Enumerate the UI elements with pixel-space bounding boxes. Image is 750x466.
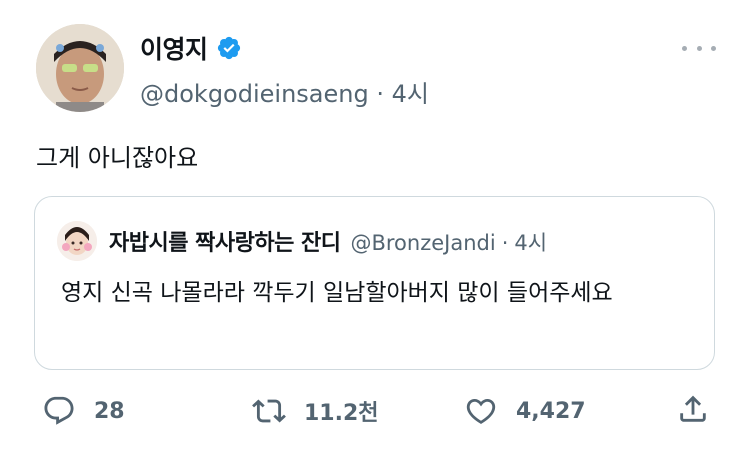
quoted-tweet[interactable]: 자밥시를 짝사랑하는 잔디 @BronzeJandi · 4시 영지 신곡 나몰… bbox=[34, 196, 715, 370]
tweet-time[interactable]: 4시 bbox=[392, 80, 429, 108]
quoted-author-avatar[interactable] bbox=[57, 221, 97, 261]
author-handle[interactable]: @dokgodieinsaeng bbox=[140, 80, 369, 108]
reply-count: 28 bbox=[94, 398, 125, 424]
verified-badge-icon bbox=[217, 36, 240, 60]
more-dot bbox=[711, 45, 716, 51]
reply-button[interactable]: 28 bbox=[42, 394, 125, 428]
retweet-button[interactable]: 11.2천 bbox=[252, 394, 379, 428]
quoted-author-handle[interactable]: @BronzeJandi bbox=[350, 231, 495, 255]
like-icon bbox=[466, 398, 496, 424]
author-name-row[interactable]: 이영지 bbox=[140, 30, 242, 66]
share-icon bbox=[680, 395, 706, 422]
quoted-header: 자밥시를 짝사랑하는 잔디 @BronzeJandi · 4시 bbox=[109, 225, 547, 257]
retweet-icon bbox=[252, 399, 286, 423]
retweet-count: 11.2천 bbox=[304, 401, 379, 426]
author-avatar[interactable] bbox=[36, 24, 124, 112]
more-dot bbox=[696, 45, 702, 51]
author-name[interactable]: 이영지 bbox=[140, 30, 208, 66]
more-icon[interactable] bbox=[682, 38, 716, 58]
quoted-tweet-text: 영지 신곡 나몰라라 깍두기 일남할아버지 많이 들어주세요 bbox=[61, 280, 613, 306]
like-count: 4,427 bbox=[516, 398, 586, 424]
share-button[interactable] bbox=[676, 392, 710, 426]
quoted-author-name[interactable]: 자밥시를 짝사랑하는 잔디 bbox=[109, 225, 341, 257]
more-dot bbox=[682, 45, 687, 51]
like-button[interactable]: 4,427 bbox=[464, 394, 586, 428]
reply-icon bbox=[44, 396, 74, 425]
separator-dot: · bbox=[501, 231, 509, 255]
separator-dot: · bbox=[376, 80, 384, 108]
quoted-tweet-time[interactable]: 4시 bbox=[514, 227, 547, 257]
action-bar: 28 11.2천 4,427 bbox=[0, 386, 750, 436]
tweet-text: 그게 아니잖아요 bbox=[36, 144, 199, 172]
author-handle-row: @dokgodieinsaeng · 4시 bbox=[140, 74, 429, 109]
